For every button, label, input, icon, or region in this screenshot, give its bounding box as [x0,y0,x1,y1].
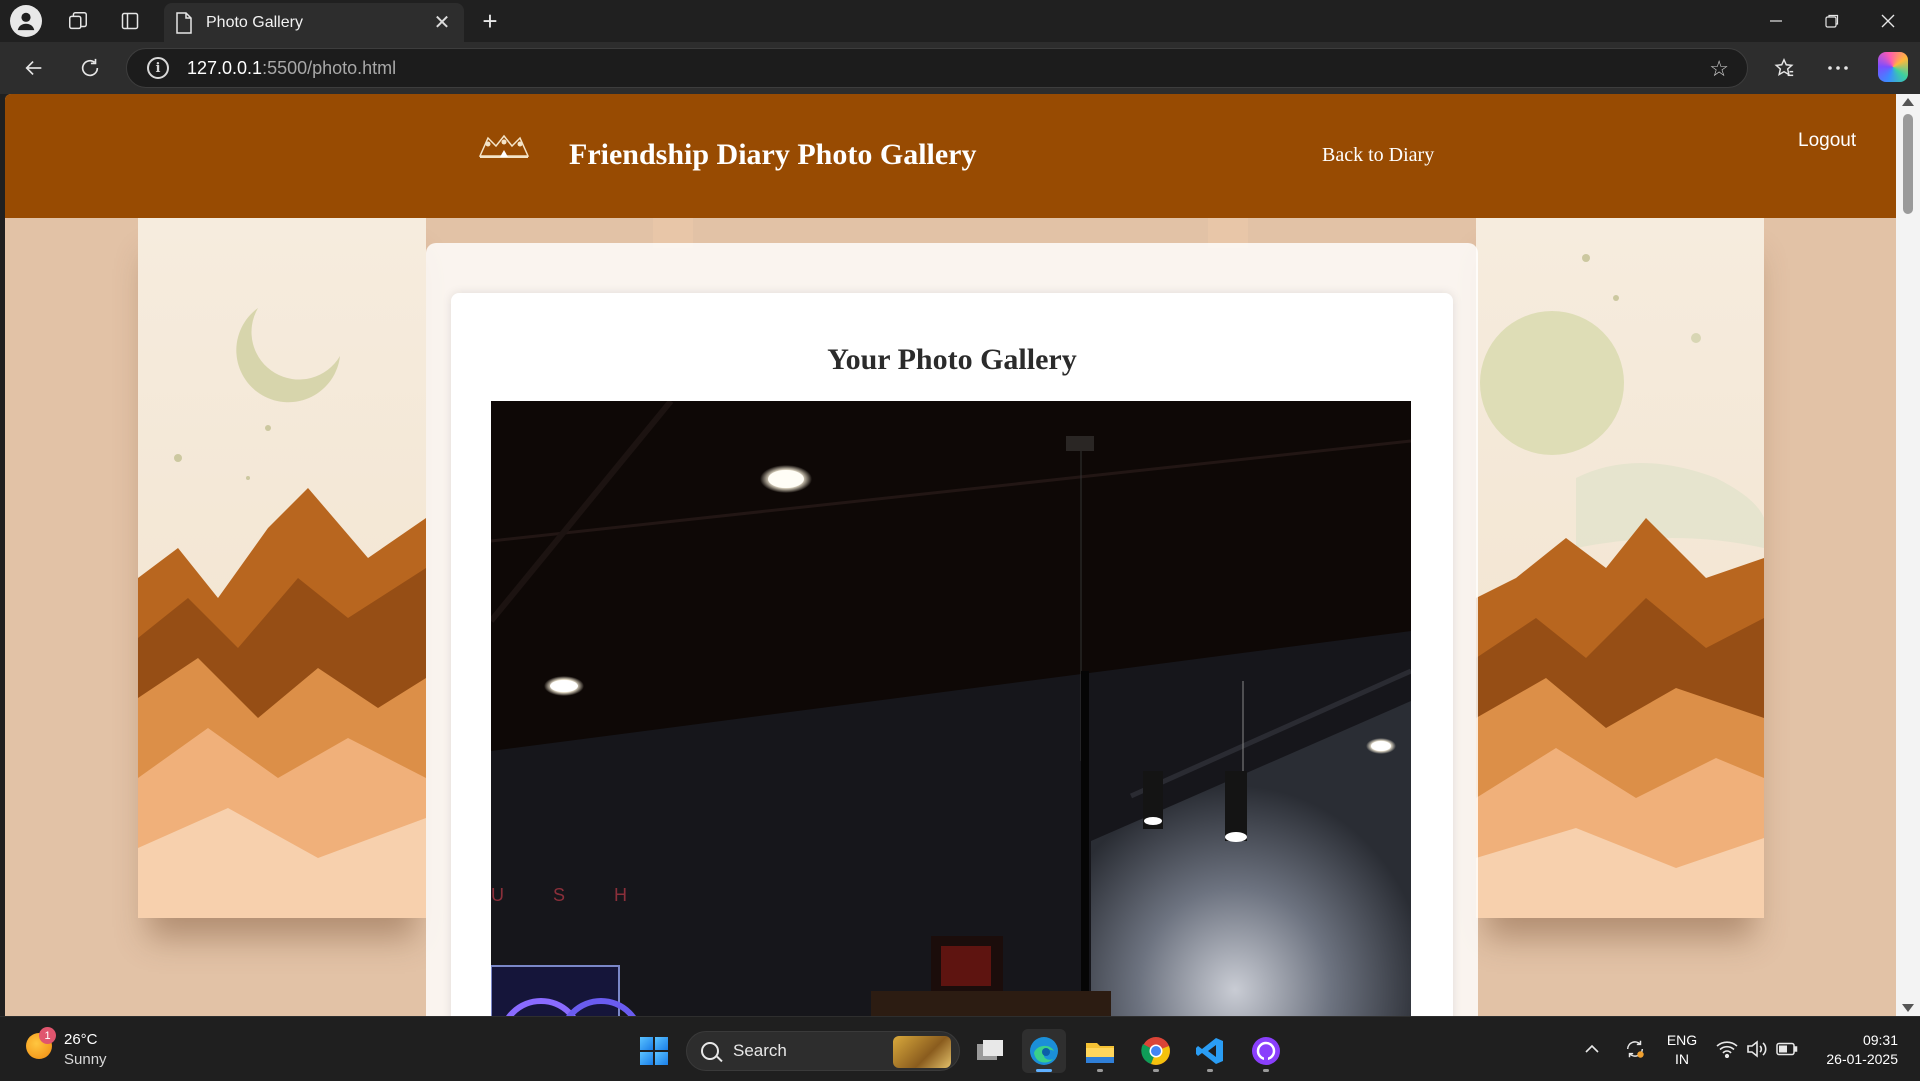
clock-date: 26-01-2025 [1826,1051,1898,1067]
copilot-icon[interactable] [1878,52,1908,82]
github-desktop-icon[interactable] [1244,1029,1288,1073]
browser-tab-bar: Photo Gallery ✕ + [0,0,1920,42]
background-art-left [138,218,426,918]
search-highlight-image [893,1036,951,1068]
weather-badge: 1 [39,1027,56,1044]
app-running-indicator [1263,1069,1269,1072]
site-header: Friendship Diary Photo Gallery Back to D… [5,94,1896,218]
browser-toolbar: i 127.0.0.1:5500/photo.html ☆ [0,42,1920,94]
wifi-icon[interactable] [1714,1017,1740,1081]
edge-browser-icon[interactable] [1022,1029,1066,1073]
app-running-indicator [1153,1069,1159,1072]
profile-avatar-icon[interactable] [10,5,42,37]
scrollbar-thumb[interactable] [1903,114,1913,214]
search-label: Search [733,1041,787,1060]
close-window-icon[interactable] [1860,0,1916,42]
back-to-diary-link[interactable]: Back to Diary [1322,144,1434,167]
restore-icon[interactable] [1804,0,1860,42]
task-view-icon[interactable] [968,1029,1012,1073]
battery-icon[interactable] [1774,1017,1800,1081]
input-language[interactable]: ENG IN [1664,1031,1700,1069]
gallery-heading: Your Photo Gallery [827,343,1077,376]
site-info-icon[interactable]: i [147,57,169,79]
favorites-icon[interactable] [1766,50,1802,86]
minimize-icon[interactable] [1748,0,1804,42]
back-arrow-icon[interactable] [16,50,52,86]
gallery-card: Your Photo Gallery U S H [451,293,1453,1016]
logout-link[interactable]: Logout [1798,130,1856,152]
page-scrollbar[interactable] [1896,94,1920,1016]
vscode-icon[interactable] [1188,1029,1232,1073]
start-windows-icon[interactable] [640,1037,668,1065]
chrome-icon[interactable] [1134,1029,1178,1073]
url-host: 127.0.0.1 [187,57,263,78]
weather-description[interactable]: Sunny [64,1051,107,1068]
clock-time: 09:31 [1862,1032,1898,1048]
favorite-star-icon[interactable]: ☆ [1709,56,1729,82]
new-tab-icon[interactable]: + [470,1,510,41]
photo-sign-text: U S H [491,885,649,905]
scroll-up-icon[interactable] [1902,98,1914,106]
file-explorer-icon[interactable] [1078,1029,1122,1073]
refresh-icon[interactable] [72,50,108,86]
more-options-icon[interactable] [1820,50,1856,86]
language-region: IN [1675,1051,1689,1067]
windows-taskbar: 1 26°C Sunny Search ENG IN 09:31 26-01-2… [0,1016,1920,1080]
page-icon [176,11,192,34]
browser-tab-active[interactable]: Photo Gallery ✕ [164,3,464,42]
background-art-right [1476,218,1764,918]
system-clock[interactable]: 09:31 26-01-2025 [1818,1031,1898,1069]
scroll-down-icon[interactable] [1902,1004,1914,1012]
page-viewport: Friendship Diary Photo Gallery Back to D… [5,94,1896,1016]
vertical-tabs-icon[interactable] [110,1,150,41]
app-running-indicator [1207,1069,1213,1072]
close-tab-icon[interactable]: ✕ [430,10,454,34]
active-app-indicator [1036,1069,1052,1072]
volume-icon[interactable] [1744,1017,1770,1081]
url-path: :5500/photo.html [262,57,397,78]
language-code: ENG [1666,1032,1698,1048]
address-bar[interactable]: i 127.0.0.1:5500/photo.html ☆ [126,48,1748,88]
workspaces-icon[interactable] [58,1,98,41]
tab-title: Photo Gallery [206,13,303,31]
site-title: Friendship Diary Photo Gallery [569,138,977,171]
gallery-photo[interactable]: U S H [491,401,1411,1016]
diary-logo-icon [478,134,530,158]
sync-icon[interactable] [1620,1017,1650,1081]
weather-temperature[interactable]: 26°C [64,1031,98,1048]
taskbar-search[interactable]: Search [686,1031,960,1071]
search-icon [701,1042,719,1060]
app-running-indicator [1097,1069,1103,1072]
show-hidden-icons-chevron-icon[interactable] [1582,1017,1602,1081]
